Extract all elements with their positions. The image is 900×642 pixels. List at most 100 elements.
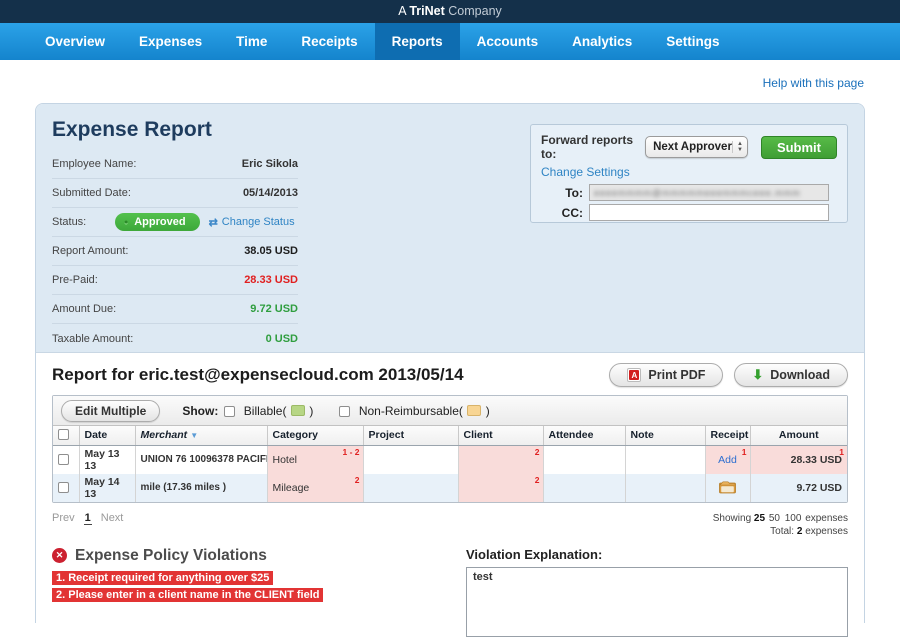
prev-page-link[interactable]: Prev xyxy=(52,512,75,524)
col-header-category[interactable]: Category xyxy=(267,426,364,446)
taxable-value: 0 USD xyxy=(265,332,298,345)
violation-flag: 2 xyxy=(534,474,540,485)
status-badge[interactable]: ● Approved xyxy=(115,213,200,231)
employee-value: Eric Sikola xyxy=(241,158,298,170)
row-checkbox[interactable] xyxy=(58,453,70,465)
page-size-50[interactable]: 50 xyxy=(769,513,780,524)
violations-heading: Expense Policy Violations xyxy=(75,546,267,564)
billable-label: Billable( xyxy=(243,403,287,418)
cell-receipt xyxy=(705,473,751,502)
report-detail-section: Report for eric.test@expensecloud.com 20… xyxy=(36,353,864,642)
amount-due-label: Amount Due: xyxy=(52,303,117,315)
taxable-label: Taxable Amount: xyxy=(52,332,134,345)
summary-row-submitted: Submitted Date: 05/14/2013 xyxy=(52,179,298,208)
cell-category: Hotel 1 - 2 xyxy=(267,445,364,474)
violation-flag: 1 - 2 xyxy=(342,446,360,457)
cell-attendee xyxy=(543,445,626,474)
pagination: Prev 1 Next xyxy=(52,512,123,525)
col-header-amount[interactable]: Amount xyxy=(750,426,847,446)
select-all-checkbox[interactable] xyxy=(58,429,70,441)
nav-tab-accounts[interactable]: Accounts xyxy=(460,23,556,60)
status-label: Status: xyxy=(52,216,87,228)
violation-error-icon: ✕ xyxy=(52,548,67,563)
receipt-icon[interactable] xyxy=(719,481,736,494)
cell-client: 2 xyxy=(458,473,544,502)
col-header-project[interactable]: Project xyxy=(363,426,459,446)
nav-tab-settings[interactable]: Settings xyxy=(649,23,736,60)
nav-tab-expenses[interactable]: Expenses xyxy=(122,23,219,60)
cc-input[interactable] xyxy=(589,204,829,221)
current-page[interactable]: 1 xyxy=(83,512,92,525)
violation-explanation-section: Violation Explanation: test xyxy=(466,543,848,642)
brand-bar: A TriNet Company xyxy=(0,0,900,23)
report-amount-value: 38.05 USD xyxy=(244,245,298,257)
help-link[interactable]: Help with this page xyxy=(763,76,864,90)
summary-row-prepaid: Pre-Paid: 28.33 USD xyxy=(52,266,298,295)
nav-tab-time[interactable]: Time xyxy=(219,23,284,60)
print-pdf-button[interactable]: A Print PDF xyxy=(609,363,724,387)
approver-select-value: Next Approver xyxy=(653,141,732,153)
report-panel: Expense Report Employee Name: Eric Sikol… xyxy=(35,103,865,637)
cell-note xyxy=(625,473,706,502)
nonreimbursable-label: Non-Reimbursable( xyxy=(358,403,463,418)
cell-amount: 28.33 USD 1 xyxy=(750,445,847,474)
nav-tab-reports[interactable]: Reports xyxy=(374,23,460,60)
col-header-date[interactable]: Date xyxy=(79,426,136,446)
change-settings-link[interactable]: Change Settings xyxy=(541,165,630,179)
col-header-merchant[interactable]: Merchant ▼ xyxy=(135,426,268,446)
row-checkbox[interactable] xyxy=(58,481,70,493)
to-field: eeeemmmm@mmmmmeeemmmceee.mmm xyxy=(589,184,829,201)
cell-date: May 14 13 xyxy=(79,473,136,502)
table-row: May 13 13 UNION 76 10096378 PACIFI... Ho… xyxy=(53,445,847,474)
cc-label: CC: xyxy=(561,205,583,220)
violation-explanation-input[interactable]: test xyxy=(466,566,848,637)
violation-explanation-label: Violation Explanation: xyxy=(466,546,603,562)
edit-multiple-button[interactable]: Edit Multiple xyxy=(61,399,161,422)
to-value-redacted: eeeemmmm@mmmmmeeemmmceee.mmm xyxy=(594,187,801,198)
violation-item: 1. Receipt required for anything over $2… xyxy=(52,570,274,585)
forward-label: Forward reports to: xyxy=(541,133,634,161)
cell-amount: 9.72 USD xyxy=(750,473,847,502)
col-header-note[interactable]: Note xyxy=(625,426,706,446)
employee-label: Employee Name: xyxy=(52,158,137,170)
summary-row-employee: Employee Name: Eric Sikola xyxy=(52,150,298,179)
total-expenses: Total: 2 expenses xyxy=(770,525,848,537)
col-header-client[interactable]: Client xyxy=(458,426,544,446)
cell-client: 2 xyxy=(458,445,544,474)
cell-receipt: Add 1 xyxy=(705,445,751,474)
cell-project xyxy=(363,445,459,474)
nav-tab-overview[interactable]: Overview xyxy=(28,23,122,60)
nav-tab-analytics[interactable]: Analytics xyxy=(555,23,649,60)
main-nav: Overview Expenses Time Receipts Reports … xyxy=(0,23,900,60)
col-header-receipt[interactable]: Receipt xyxy=(705,426,751,446)
download-button[interactable]: ⬇ Download xyxy=(734,363,848,387)
cell-attendee xyxy=(543,473,626,502)
submit-button[interactable]: Submit xyxy=(760,135,837,159)
add-receipt-link[interactable]: Add xyxy=(718,454,737,466)
col-header-attendee[interactable]: Attendee xyxy=(543,426,626,446)
nav-tab-receipts[interactable]: Receipts xyxy=(284,23,374,60)
download-label: Download xyxy=(770,368,830,382)
brand-suffix: Company xyxy=(448,4,502,18)
status-dot-icon: ● xyxy=(124,218,129,226)
showing-summary: Showing 25 50 100 expenses Total: 2 expe… xyxy=(712,512,848,537)
prepaid-value: 28.33 USD xyxy=(244,274,298,286)
submitted-label: Submitted Date: xyxy=(52,187,131,199)
cell-note xyxy=(625,445,706,474)
sort-desc-icon: ▼ xyxy=(190,431,199,441)
nonreimbursable-checkbox[interactable] xyxy=(339,405,351,417)
change-status-label: Change Status xyxy=(221,216,295,228)
billable-checkbox[interactable] xyxy=(224,405,236,417)
violation-flag: 1 xyxy=(741,446,747,457)
select-stepper-icon: ▲ ▼ xyxy=(731,141,747,153)
approver-select[interactable]: Next Approver ▲ ▼ xyxy=(645,136,748,158)
report-heading: Report for eric.test@expensecloud.com 20… xyxy=(52,365,464,384)
violation-flag: 2 xyxy=(534,446,540,457)
print-pdf-label: Print PDF xyxy=(648,368,706,382)
change-status-icon: ⇄ xyxy=(208,216,218,229)
next-page-link[interactable]: Next xyxy=(101,512,124,524)
show-label: Show: xyxy=(182,403,219,418)
page-size-100[interactable]: 100 xyxy=(785,513,802,524)
change-status-link[interactable]: ⇄ Change Status xyxy=(209,216,295,229)
page-size-25[interactable]: 25 xyxy=(754,513,765,524)
